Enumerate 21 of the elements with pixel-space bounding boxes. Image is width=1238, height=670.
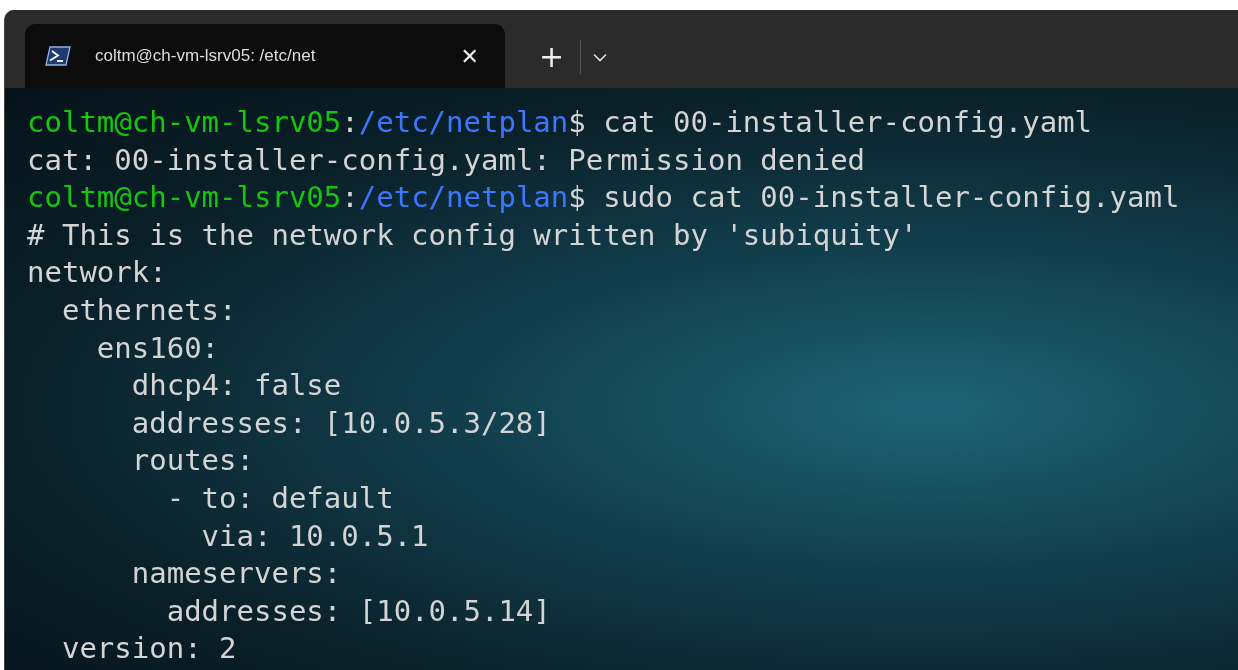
close-tab-button[interactable]: ✕	[452, 43, 487, 69]
output-line: addresses: [10.0.5.14]	[165, 592, 552, 630]
output-line: ens160:	[95, 329, 221, 367]
output-line: routes:	[130, 442, 255, 480]
output-line: dhcp4: false	[130, 367, 343, 405]
prompt-line: coltm@ch-vm-lsrv05:/etc/netplan$ sudo cat 00-installer-config.yaml	[27, 179, 1181, 217]
output-line: # This is the network config written by 'subiquity'	[27, 216, 919, 254]
tab-title: coltm@ch-vm-lsrv05: /etc/net	[95, 46, 317, 66]
tab[interactable]: coltm@ch-vm-lsrv05: /etc/net ✕	[25, 24, 505, 88]
output-line: - to: default	[165, 479, 395, 517]
output-line: nameservers:	[130, 555, 343, 593]
powershell-icon	[45, 46, 71, 66]
chevron-down-icon[interactable]	[593, 53, 608, 62]
output-line: ethernets:	[60, 291, 238, 329]
new-tab-button[interactable]: +	[533, 36, 571, 76]
output-line: network:	[27, 254, 168, 292]
output-line: cat: 00-installer-config.yaml: Permission denied	[27, 141, 867, 179]
output-line: via: 10.0.5.1	[200, 517, 430, 555]
output-line: addresses: [10.0.5.3/28]	[130, 404, 552, 442]
output-line: version: 2	[60, 630, 238, 668]
prompt-line: coltm@ch-vm-lsrv05:/etc/netplan$ cat 00-installer-config.yaml	[27, 104, 1094, 141]
